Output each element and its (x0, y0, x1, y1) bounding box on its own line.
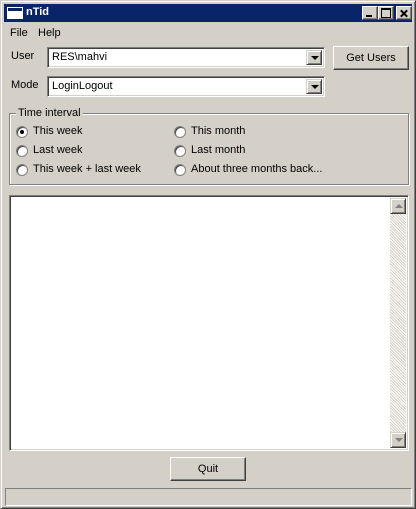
app-window-icon (7, 7, 23, 19)
radio-label: This week + last week (33, 163, 141, 175)
radio-button[interactable] (174, 126, 186, 138)
output-textarea[interactable] (9, 195, 409, 451)
scroll-up-icon[interactable] (390, 198, 406, 214)
quit-button[interactable]: Quit (170, 457, 246, 481)
maximize-icon[interactable] (378, 6, 394, 20)
radio-button[interactable] (174, 164, 186, 176)
mode-combobox-value: LoginLogout (52, 80, 113, 92)
chevron-down-icon[interactable] (306, 79, 322, 94)
mode-label: Mode (11, 79, 39, 91)
radio-button[interactable] (16, 145, 28, 157)
mode-combobox[interactable]: LoginLogout (47, 76, 325, 97)
scroll-down-icon[interactable] (390, 432, 406, 448)
window-title: nTid (26, 6, 50, 18)
radio-button[interactable] (174, 145, 186, 157)
radio-label: Last month (191, 144, 246, 156)
app-window: nTid File Help User RES\mahvi Get Users … (0, 0, 416, 509)
menu-file[interactable]: File (10, 27, 28, 39)
title-bar[interactable]: nTid (4, 4, 412, 22)
status-bar (5, 488, 412, 506)
radio-label: About three months back... (191, 163, 323, 175)
chevron-down-icon[interactable] (306, 50, 322, 65)
radio-label: Last week (33, 144, 83, 156)
menu-help[interactable]: Help (38, 27, 61, 39)
radio-label: This week (33, 125, 83, 137)
time-interval-group: Time interval This week Last week This w… (9, 107, 409, 185)
get-users-button[interactable]: Get Users (333, 46, 409, 70)
radio-button-checked[interactable] (16, 126, 28, 138)
close-icon[interactable] (396, 6, 412, 20)
user-combobox[interactable]: RES\mahvi (47, 47, 325, 68)
radio-label: This month (191, 125, 246, 137)
time-interval-legend: Time interval (16, 107, 83, 119)
user-label: User (11, 50, 35, 62)
minimize-icon[interactable] (362, 6, 378, 20)
vertical-scrollbar[interactable] (390, 198, 406, 448)
radio-button[interactable] (16, 164, 28, 176)
user-combobox-value: RES\mahvi (52, 51, 108, 63)
